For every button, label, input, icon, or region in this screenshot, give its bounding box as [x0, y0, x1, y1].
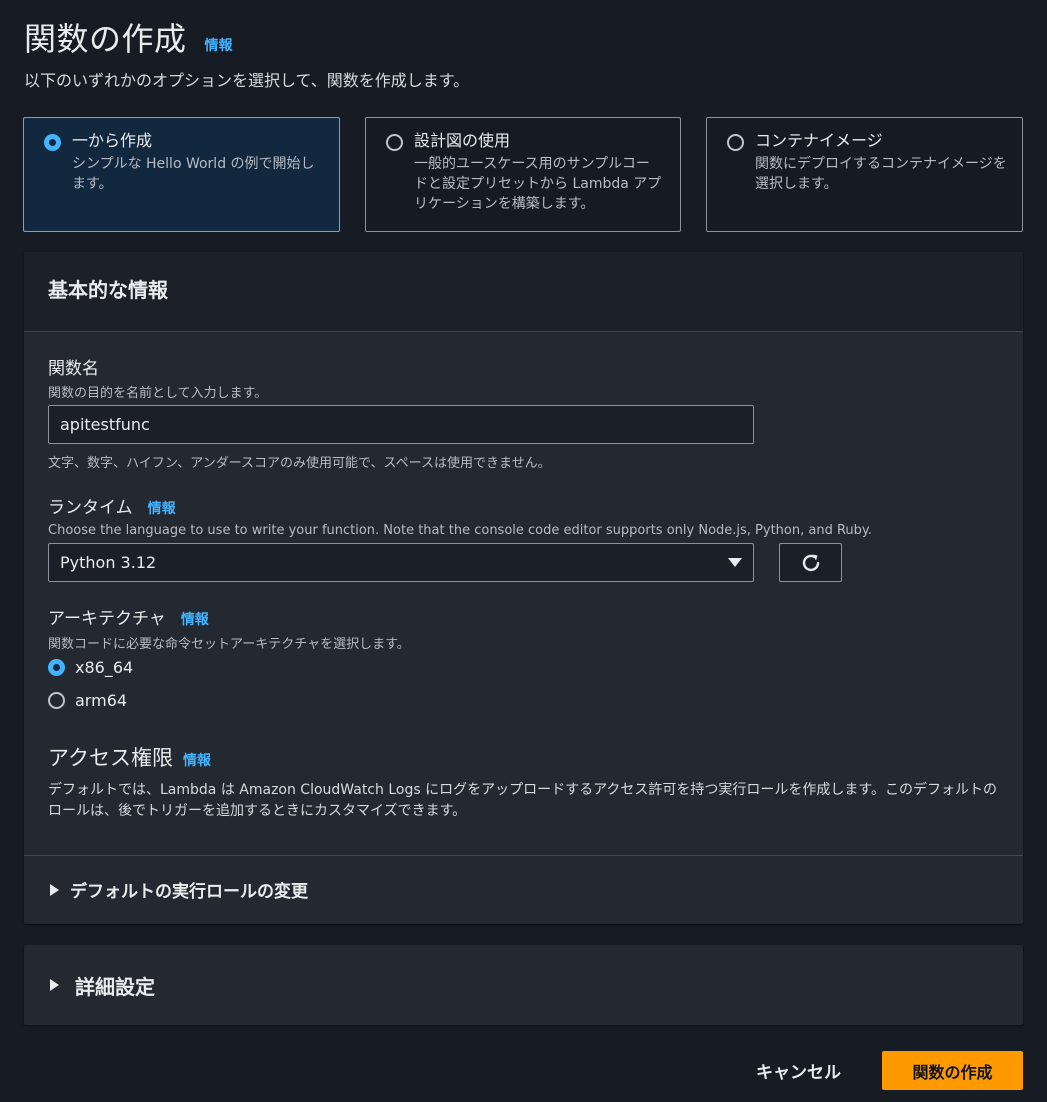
- function-name-constraint: 文字、数字、ハイフン、アンダースコアのみ使用可能で、スペースは使用できません。: [48, 456, 551, 471]
- refresh-icon: [802, 554, 819, 571]
- function-name-input[interactable]: apitestfunc: [48, 405, 754, 444]
- runtime-field: ランタイム 情報 Choose the language to use to w…: [48, 493, 872, 538]
- change-default-role-expander[interactable]: デフォルトの実行ロールの変更: [24, 855, 1023, 924]
- caret-right-icon: [50, 883, 59, 896]
- option-use-blueprint[interactable]: 設計図の使用 一般的ユースケース用のサンプルコードと設定プリセットから Lamb…: [365, 117, 681, 232]
- caret-right-icon: [50, 979, 59, 991]
- radio-label: arm64: [75, 691, 128, 710]
- option-description: 関数にデプロイするコンテナイメージを選択します。: [755, 156, 1007, 192]
- radio-selected-icon[interactable]: [48, 659, 65, 676]
- function-name-value: apitestfunc: [60, 415, 150, 434]
- page-title: 関数の作成: [24, 20, 187, 58]
- page-info-link[interactable]: 情報: [205, 35, 233, 55]
- architecture-option-x86-64[interactable]: x86_64: [48, 658, 133, 677]
- field-label: アクセス権限 情報: [48, 742, 1008, 772]
- panel-title: 基本的な情報: [48, 278, 168, 302]
- refresh-runtime-button[interactable]: [779, 543, 842, 582]
- field-label: 関数名: [48, 354, 267, 379]
- architecture-label: アーキテクチャ: [48, 609, 166, 629]
- function-name-description: 関数の目的を名前として入力します。: [48, 386, 268, 401]
- architecture-field: アーキテクチャ 情報 関数コードに必要な命令セットアーキテクチャを選択します。: [48, 604, 410, 652]
- runtime-select[interactable]: Python 3.12: [48, 543, 754, 582]
- panel-header: 基本的な情報: [24, 252, 1023, 332]
- option-description: 一般的ユースケース用のサンプルコードと設定プリセットから Lambda アプリケ…: [414, 156, 662, 212]
- caret-down-icon: [728, 558, 742, 567]
- radio-selected-icon[interactable]: [44, 134, 61, 151]
- page-subtitle: 以下のいずれかのオプションを選択して、関数を作成します。: [24, 71, 470, 90]
- architecture-option-arm64[interactable]: arm64: [48, 691, 127, 710]
- advanced-settings-panel: 詳細設定: [24, 945, 1023, 1025]
- permissions-info-link[interactable]: 情報: [183, 750, 211, 770]
- permissions-label: アクセス権限: [48, 746, 173, 770]
- runtime-description: Choose the language to use to write your…: [48, 523, 872, 538]
- option-container-image[interactable]: コンテナイメージ 関数にデプロイするコンテナイメージを選択します。: [706, 117, 1023, 232]
- runtime-label: ランタイム: [48, 498, 133, 518]
- radio-unselected-icon[interactable]: [386, 134, 403, 151]
- field-label: ランタイム 情報: [48, 493, 872, 518]
- option-title: コンテナイメージ: [755, 131, 883, 150]
- option-author-from-scratch[interactable]: 一から作成 シンプルな Hello World の例で開始します。: [23, 117, 340, 232]
- permissions-section: アクセス権限 情報 デフォルトでは、Lambda は Amazon CloudW…: [48, 742, 1008, 822]
- cancel-button[interactable]: キャンセル: [742, 1051, 855, 1090]
- radio-unselected-icon[interactable]: [727, 134, 744, 151]
- radio-unselected-icon[interactable]: [48, 692, 65, 709]
- permissions-description: デフォルトでは、Lambda は Amazon CloudWatch Logs …: [48, 782, 997, 819]
- architecture-description: 関数コードに必要な命令セットアーキテクチャを選択します。: [48, 637, 410, 652]
- advanced-settings-expander[interactable]: 詳細設定: [24, 945, 1023, 1025]
- architecture-info-link[interactable]: 情報: [181, 609, 209, 629]
- basic-info-panel: 基本的な情報 関数名 関数の目的を名前として入力します。 apitestfunc…: [24, 252, 1023, 924]
- expander-label: 詳細設定: [75, 974, 155, 999]
- radio-label: x86_64: [75, 658, 134, 677]
- runtime-info-link[interactable]: 情報: [148, 498, 176, 518]
- expander-label: デフォルトの実行ロールの変更: [70, 882, 308, 902]
- page-header: 関数の作成 情報: [24, 14, 233, 60]
- field-label: アーキテクチャ 情報: [48, 604, 410, 629]
- function-name-field: 関数名 関数の目的を名前として入力します。: [48, 354, 267, 401]
- create-function-page: 関数の作成 情報 以下のいずれかのオプションを選択して、関数を作成します。 一か…: [0, 0, 1047, 1102]
- option-title: 一から作成: [72, 131, 153, 150]
- runtime-value: Python 3.12: [60, 553, 157, 572]
- create-function-button[interactable]: 関数の作成: [882, 1051, 1023, 1090]
- option-title: 設計図の使用: [414, 131, 511, 150]
- function-name-label: 関数名: [48, 359, 99, 379]
- option-description: シンプルな Hello World の例で開始します。: [72, 156, 315, 192]
